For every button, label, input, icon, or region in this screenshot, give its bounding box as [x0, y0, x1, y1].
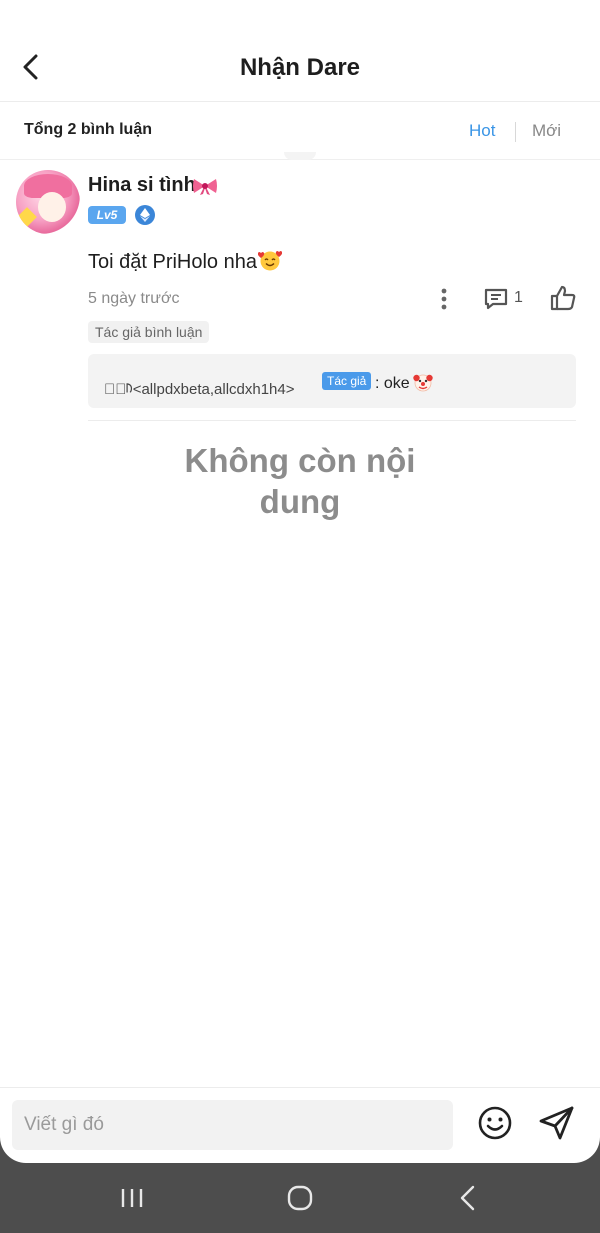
header: Nhận Dare [0, 30, 600, 102]
comment-icon [484, 288, 508, 310]
comments-screen: Nhận Dare Tổng 2 bình luận Hot Mới Hina … [0, 0, 600, 1163]
divider [88, 420, 576, 421]
reply-text-wrap: : oke [375, 372, 433, 393]
recent-apps-icon [121, 1189, 143, 1207]
divider [0, 1087, 600, 1088]
system-nav-bar [0, 1163, 600, 1233]
ethereum-badge-icon [135, 205, 155, 225]
comment-body: Toi đặt PriHolo nha [88, 249, 282, 274]
comment-username[interactable]: Hina si tình [88, 174, 196, 197]
thumbs-up-icon [550, 285, 576, 311]
author-tag: Tác giả bình luận [88, 321, 210, 343]
send-icon [539, 1106, 574, 1140]
more-button[interactable] [432, 286, 456, 312]
system-back-button[interactable] [455, 1184, 481, 1212]
empty-state-text: Không còn nội dung [184, 442, 416, 520]
reply-preview[interactable]: ᡃ⃝ᡕ<allpdxbeta,allcdxh1h4> Tác giả : oke [88, 354, 576, 408]
avatar[interactable] [16, 170, 80, 234]
page-title: Nhận Dare [239, 54, 361, 81]
pull-handle [284, 152, 316, 160]
home-button[interactable] [285, 1183, 315, 1213]
comment-time: 5 ngày trước [88, 290, 180, 307]
level-badge: Lv5 [88, 206, 126, 224]
sort-hot-tab[interactable]: Hot [469, 121, 495, 141]
comment-total: Tổng 2 bình luận [24, 121, 152, 138]
like-button[interactable] [549, 284, 577, 312]
smiley-icon [478, 1106, 512, 1140]
send-button[interactable] [537, 1104, 577, 1142]
clown-face-icon [412, 374, 433, 392]
reply-button[interactable]: 1 [483, 285, 529, 313]
author-badge: Tác giả [322, 372, 372, 390]
comment-input[interactable] [12, 1100, 453, 1150]
comment-text: Toi đặt PriHolo nha [88, 251, 257, 273]
ribbon-bow-icon [193, 179, 217, 195]
reply-count: 1 [514, 289, 523, 306]
emoji-button[interactable] [476, 1104, 514, 1142]
sort-separator [515, 122, 516, 142]
reply-username[interactable]: ᡃ⃝ᡕ<allpdxbeta,allcdxh1h4> [104, 373, 295, 399]
smiling-face-with-hearts-icon [257, 251, 282, 271]
more-vertical-icon [441, 288, 447, 310]
reply-text: : oke [375, 375, 410, 392]
recent-apps-button[interactable] [118, 1184, 146, 1212]
back-arrow-icon [460, 1185, 475, 1211]
home-icon [287, 1185, 313, 1211]
sort-new-tab[interactable]: Mới [532, 121, 561, 141]
divider [0, 101, 600, 102]
